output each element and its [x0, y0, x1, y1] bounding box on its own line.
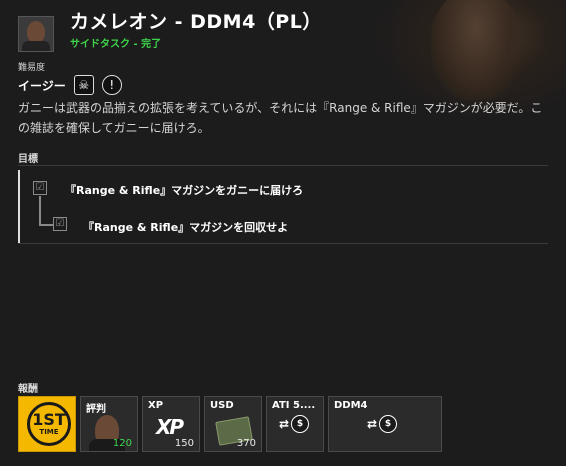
reward-reputation[interactable]: 評判 120	[80, 396, 138, 452]
objective-connector	[39, 196, 54, 226]
difficulty-row: イージー ☠ !	[18, 75, 130, 95]
difficulty-section: 難易度 イージー ☠ !	[18, 60, 130, 95]
subobjective-checkbox-icon: ☑	[53, 217, 67, 231]
coin-icon: $	[291, 415, 310, 433]
objectives-divider	[18, 165, 548, 166]
reward-label: XP	[148, 400, 164, 411]
arrow-icon: ⇄	[367, 417, 378, 431]
reward-label: ATI 5....	[272, 400, 316, 411]
alert-icon[interactable]: !	[101, 75, 122, 95]
objective-active-bar	[18, 170, 20, 243]
first-time-big: 1ST	[32, 410, 66, 429]
first-time-icon: 1ST TIME	[27, 402, 71, 446]
rewards-heading: 報酬	[18, 384, 38, 395]
mission-title: カメレオン - DDM4（PL）	[70, 11, 322, 33]
portrait-head	[431, 0, 521, 100]
first-time-small: TIME	[39, 428, 59, 436]
reward-label: DDM4	[334, 400, 368, 411]
objective-text: 『Range & Rifle』マガジンをガニーに届けろ	[65, 184, 304, 197]
mission-description: ガニーは武器の品揃えの拡張を考えているが、それには『Range & Rifle』…	[18, 101, 543, 135]
coin-icon: $	[379, 415, 398, 433]
skull-icon[interactable]: ☠	[73, 75, 94, 95]
reward-xp[interactable]: XP XP 150	[142, 396, 200, 452]
difficulty-label: 難易度	[18, 63, 46, 73]
reward-label: 評判	[86, 404, 106, 415]
subobjective-text: 『Range & Rifle』マガジンを回収せよ	[83, 221, 289, 234]
objectives-heading: 目標	[18, 154, 38, 165]
objectives-bottom-divider	[18, 243, 548, 244]
objective-checkbox-icon: ☑	[33, 181, 47, 195]
exchange-icon: ⇄ $	[279, 415, 311, 433]
reward-ddm4[interactable]: DDM4 ⇄ $	[328, 396, 442, 452]
reward-usd[interactable]: USD 370	[204, 396, 262, 452]
reward-ati[interactable]: ATI 5.... ⇄ $	[266, 396, 324, 452]
avatar-shirt	[22, 41, 50, 51]
reward-count: 150	[174, 438, 194, 449]
difficulty-value: イージー	[18, 78, 66, 93]
giver-avatar	[18, 16, 54, 52]
reward-first-time[interactable]: 1ST TIME	[18, 396, 76, 452]
xp-icon: XP	[156, 415, 184, 439]
reward-label: USD	[210, 400, 234, 411]
rewards-row: 1ST TIME 評判 120 XP XP 150 USD 370 ATI 5.…	[18, 396, 446, 452]
arrow-icon: ⇄	[279, 417, 290, 431]
mission-status: サイドタスク - 完了	[70, 39, 162, 50]
exchange-icon: ⇄ $	[367, 415, 399, 433]
objectives-list: ☑ ☑ 『Range & Rifle』マガジンをガニーに届けろ 『Range &…	[18, 170, 548, 243]
mission-header: カメレオン - DDM4（PL） サイドタスク - 完了	[18, 10, 322, 52]
avatar-face	[27, 21, 45, 43]
reward-count: 120	[112, 438, 132, 449]
reward-count: 370	[236, 438, 256, 449]
